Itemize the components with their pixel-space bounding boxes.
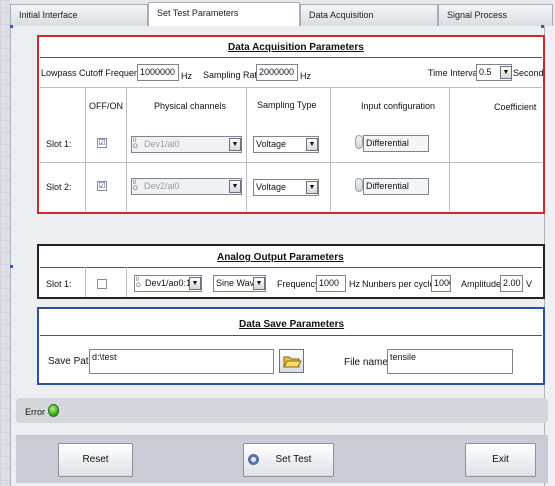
slot1-label: Slot 1: bbox=[46, 139, 72, 149]
set-test-parameters-button[interactable]: Set Test Parameters bbox=[243, 443, 334, 477]
numbers-per-cycle-input[interactable]: 1000 bbox=[431, 275, 451, 292]
chevron-down-icon[interactable]: ▼ bbox=[189, 277, 201, 290]
lowpass-label: Lowpass Cutoff Frequency bbox=[41, 68, 148, 78]
data-save-title: Data Save Parameters bbox=[239, 319, 345, 330]
slot1-channel-input[interactable]: Dev1/ai0 bbox=[131, 136, 242, 153]
error-label: Error bbox=[25, 407, 45, 417]
set-button-label: Set Test Parameters bbox=[275, 454, 312, 465]
resize-marker bbox=[10, 265, 13, 268]
ring-stepper-icon[interactable] bbox=[355, 135, 363, 149]
sampling-rate-input[interactable]: 2000000 bbox=[256, 64, 298, 81]
settings-icon bbox=[248, 454, 259, 465]
analog-slot-label: Slot 1: bbox=[46, 279, 72, 289]
status-bar bbox=[16, 398, 548, 423]
tab-signal-process[interactable]: Signal Process bbox=[438, 4, 553, 26]
channel-icon: I/O bbox=[133, 138, 138, 150]
amplitude-unit: V bbox=[526, 279, 533, 289]
frequency-unit: Hz bbox=[349, 279, 360, 289]
error-led-icon bbox=[48, 404, 59, 417]
analog-output-title: Analog Output Parameters bbox=[217, 252, 344, 263]
time-interval-value: 0.5 bbox=[479, 67, 492, 77]
channel-icon: I/O bbox=[136, 277, 141, 289]
ring-stepper-icon[interactable] bbox=[355, 178, 363, 192]
divider bbox=[40, 335, 542, 336]
slot1-checkbox[interactable]: ☑ bbox=[97, 138, 107, 148]
table-border bbox=[40, 87, 542, 88]
tab-bar: Initial Interface Set Test Parameters Da… bbox=[10, 0, 555, 27]
chevron-down-icon[interactable]: ▼ bbox=[306, 181, 318, 194]
acquisition-title: Data Acquisition Parameters bbox=[228, 42, 364, 53]
table-col-divider bbox=[449, 87, 450, 211]
folder-icon bbox=[283, 356, 302, 368]
divider bbox=[40, 57, 542, 58]
tab-initial-interface[interactable]: Initial Interface bbox=[10, 4, 148, 26]
header-off-on: OFF/ON bbox=[89, 101, 123, 111]
frequency-input[interactable]: 1000 bbox=[316, 275, 346, 292]
divider bbox=[40, 267, 542, 268]
file-name-label: File name bbox=[344, 357, 388, 368]
frequency-label: Frequency bbox=[277, 279, 320, 289]
tab-label: Data Acquisition bbox=[309, 10, 374, 20]
chevron-down-icon[interactable]: ▼ bbox=[306, 138, 318, 151]
header-physical-channels: Physical channels bbox=[154, 101, 227, 111]
amplitude-input[interactable]: 2.00 bbox=[500, 275, 523, 292]
numbers-per-cycle-label: Nunbers per cycle bbox=[362, 279, 435, 289]
save-path-input[interactable]: d:\test bbox=[89, 349, 274, 374]
chevron-down-icon[interactable]: ▼ bbox=[229, 138, 241, 151]
slot2-checkbox[interactable]: ☑ bbox=[97, 181, 107, 191]
resize-marker bbox=[541, 25, 544, 28]
table-col-divider bbox=[330, 87, 331, 211]
table-col-divider bbox=[126, 87, 127, 211]
lowpass-unit: Hz bbox=[181, 71, 192, 81]
save-path-label: Save Path bbox=[48, 356, 95, 367]
slot2-channel-input[interactable]: Dev2/ai0 bbox=[131, 178, 242, 195]
channel-icon: I/O bbox=[133, 180, 138, 192]
header-sampling-type: Sampling Type bbox=[257, 100, 317, 110]
tab-set-test-parameters[interactable]: Set Test Parameters bbox=[148, 2, 300, 27]
table-col-divider bbox=[85, 87, 86, 211]
folder-browse-button[interactable] bbox=[279, 349, 304, 373]
resize-marker bbox=[10, 25, 13, 28]
slot1-config-ring[interactable]: Differential bbox=[363, 135, 429, 152]
sampling-rate-label: Sampling Rate bbox=[203, 70, 263, 80]
slot2-label: Slot 2: bbox=[46, 182, 72, 192]
tab-label: Signal Process bbox=[447, 10, 508, 20]
table-col-divider bbox=[126, 267, 127, 297]
table-col-divider bbox=[85, 267, 86, 297]
exit-button[interactable]: Exit bbox=[465, 443, 536, 477]
sampling-rate-unit: Hz bbox=[300, 71, 311, 81]
table-row-divider bbox=[40, 162, 542, 163]
tab-label: Set Test Parameters bbox=[157, 8, 239, 18]
table-col-divider bbox=[246, 87, 247, 211]
file-name-input[interactable]: tensile bbox=[387, 349, 513, 374]
reset-button[interactable]: Reset bbox=[58, 443, 133, 477]
time-interval-label: Time Interval bbox=[428, 68, 480, 78]
tab-data-acquisition[interactable]: Data Acquisition bbox=[300, 4, 438, 26]
chevron-down-icon[interactable]: ▼ bbox=[229, 180, 241, 193]
chevron-down-icon[interactable]: ▼ bbox=[500, 66, 512, 79]
header-coefficient: Coefficient bbox=[494, 102, 537, 112]
slot2-config-ring[interactable]: Differential bbox=[363, 178, 429, 195]
header-input-configuration: Input configuration bbox=[361, 101, 436, 111]
chevron-down-icon[interactable]: ▼ bbox=[253, 277, 265, 290]
tab-label: Initial Interface bbox=[19, 10, 78, 20]
amplitude-label: Amplitude bbox=[461, 279, 502, 289]
lowpass-input[interactable]: 1000000 bbox=[137, 64, 179, 81]
time-interval-unit: Second bbox=[513, 68, 544, 78]
analog-slot-checkbox[interactable] bbox=[97, 279, 107, 289]
